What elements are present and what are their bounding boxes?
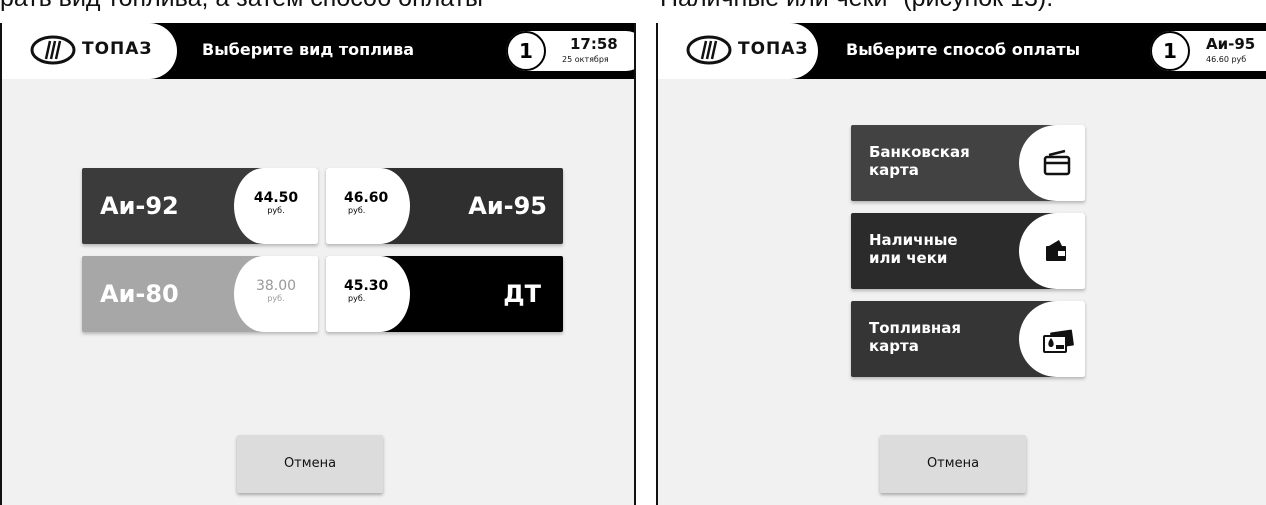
fuel-price-unit: руб. xyxy=(348,294,366,303)
top-bar: ТОПАЗ Выберите способ оплаты 1 Аи-95 46.… xyxy=(658,23,1266,79)
fuel-name: Аи-80 xyxy=(100,280,179,308)
wallet-icon xyxy=(1046,240,1066,261)
caption-right: Наличные или чеки" (рисунок 13). xyxy=(660,0,1053,13)
topaz-logo-icon xyxy=(686,35,732,65)
fuel-price-unit: руб. xyxy=(267,206,285,215)
fuel-price-unit: руб. xyxy=(267,294,285,303)
fuel-button-ai92[interactable]: Аи-92 44.50 руб. xyxy=(82,168,318,244)
fuel-price: 45.30 xyxy=(344,278,389,294)
payment-icon-area xyxy=(1019,301,1085,377)
fuel-name: ДТ xyxy=(503,280,541,308)
fuel-card-icon xyxy=(1043,329,1074,353)
fuel-button-ai95[interactable]: 46.60 руб. Аи-95 xyxy=(326,168,563,244)
fuel-price: 44.50 xyxy=(253,190,299,206)
caption-left: рать вид топлива, а затем способ оплаты xyxy=(0,0,483,13)
selected-fuel-price: 46.60 руб xyxy=(1206,55,1247,64)
selected-fuel: Аи-95 xyxy=(1206,35,1256,53)
fuel-name: Аи-92 xyxy=(100,192,179,220)
logo: ТОПАЗ xyxy=(2,23,177,79)
topaz-logo-icon xyxy=(30,35,76,65)
clock-date: 25 октября xyxy=(562,55,609,64)
clock-time: 17:58 xyxy=(570,35,618,53)
page-title: Выберите способ оплаты xyxy=(846,40,1081,59)
fuel-price: 38.00 xyxy=(255,278,297,294)
pump-number: 1 xyxy=(1150,31,1190,71)
fuel-price-box: 46.60 руб. xyxy=(326,168,410,244)
cancel-button[interactable]: Отмена xyxy=(237,435,383,493)
payment-label: Топливная карта xyxy=(869,319,962,355)
fuel-price-box: 44.50 руб. xyxy=(234,168,318,244)
pay-bank-card-button[interactable]: Банковская карта xyxy=(851,125,1085,201)
logo-text: ТОПАЗ xyxy=(82,39,153,59)
pump-status: 1 17:58 25 октября xyxy=(506,31,634,71)
payment-label: Банковская карта xyxy=(869,143,970,179)
fuel-name: Аи-95 xyxy=(468,192,547,220)
cancel-button[interactable]: Отмена xyxy=(880,435,1026,493)
pump-status: 1 Аи-95 46.60 руб xyxy=(1150,31,1266,71)
logo: ТОПАЗ xyxy=(658,23,818,79)
payment-icon-area xyxy=(1019,125,1085,201)
pay-cash-button[interactable]: Наличные или чеки xyxy=(851,213,1085,289)
fuel-price-unit: руб. xyxy=(348,206,366,215)
payment-icon-area xyxy=(1019,213,1085,289)
fuel-price: 46.60 xyxy=(344,190,389,206)
fuel-selection-screen: ТОПАЗ Выберите вид топлива 1 17:58 25 ок… xyxy=(0,23,636,505)
caption: рать вид топлива, а затем способ оплаты … xyxy=(0,0,1266,24)
page-title: Выберите вид топлива xyxy=(202,40,415,59)
credit-card-icon xyxy=(1043,149,1071,176)
top-bar: ТОПАЗ Выберите вид топлива 1 17:58 25 ок… xyxy=(2,23,634,79)
fuel-button-dt[interactable]: 45.30 руб. ДТ xyxy=(326,256,563,332)
payment-label: Наличные или чеки xyxy=(869,231,958,267)
logo-text: ТОПАЗ xyxy=(738,39,809,59)
pump-number: 1 xyxy=(506,31,546,71)
pay-fuel-card-button[interactable]: Топливная карта xyxy=(851,301,1085,377)
fuel-price-box: 38.00 руб. xyxy=(234,256,318,332)
payment-selection-screen: ТОПАЗ Выберите способ оплаты 1 Аи-95 46.… xyxy=(656,23,1266,505)
fuel-button-ai80[interactable]: Аи-80 38.00 руб. xyxy=(82,256,318,332)
fuel-price-box: 45.30 руб. xyxy=(326,256,410,332)
